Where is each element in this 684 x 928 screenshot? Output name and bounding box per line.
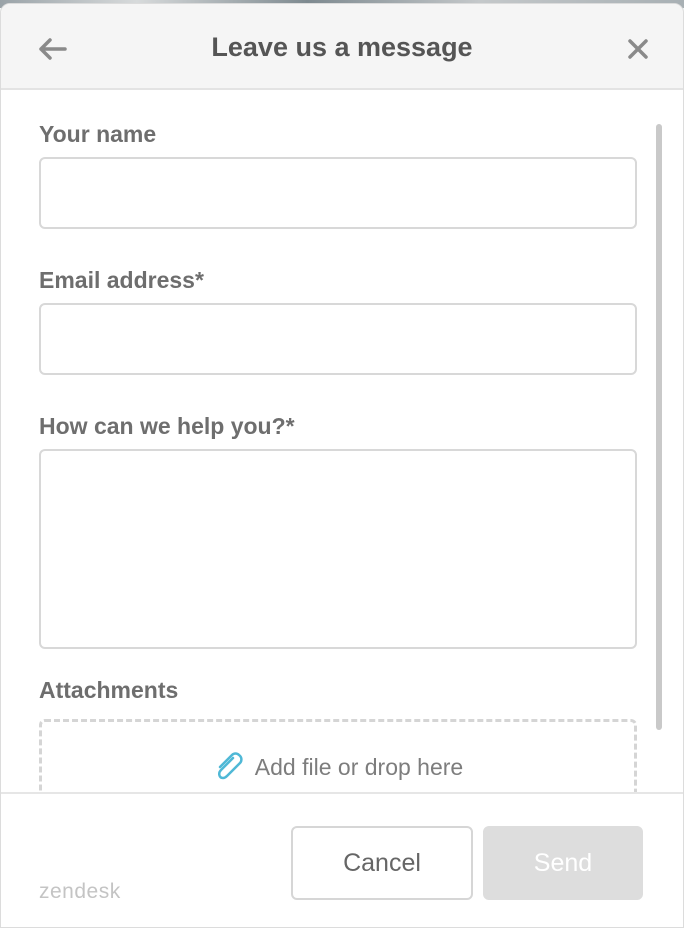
- email-input[interactable]: [39, 303, 637, 375]
- cancel-button[interactable]: Cancel: [291, 826, 473, 900]
- dropzone-text: Add file or drop here: [254, 753, 464, 780]
- message-widget: Leave us a message Your name Email addre…: [0, 3, 684, 928]
- message-textarea[interactable]: [39, 449, 637, 649]
- close-button[interactable]: [617, 28, 659, 70]
- close-icon: [628, 39, 648, 59]
- send-button[interactable]: Send: [483, 826, 643, 900]
- zendesk-logo: zendesk: [39, 880, 121, 903]
- form-content: Your name Email address* How can we help…: [1, 92, 683, 792]
- widget-header: Leave us a message: [1, 4, 683, 90]
- scrollbar[interactable]: [656, 124, 662, 730]
- name-label: Your name: [39, 121, 157, 147]
- paperclip-icon: [217, 752, 243, 780]
- widget-footer: zendesk Cancel Send: [1, 792, 683, 927]
- name-input[interactable]: [39, 157, 637, 229]
- widget-title: Leave us a message: [211, 32, 473, 62]
- message-label: How can we help you?*: [39, 413, 295, 439]
- attachments-label: Attachments: [39, 677, 179, 703]
- attachment-dropzone[interactable]: Add file or drop here: [39, 719, 637, 792]
- email-label: Email address*: [39, 267, 204, 293]
